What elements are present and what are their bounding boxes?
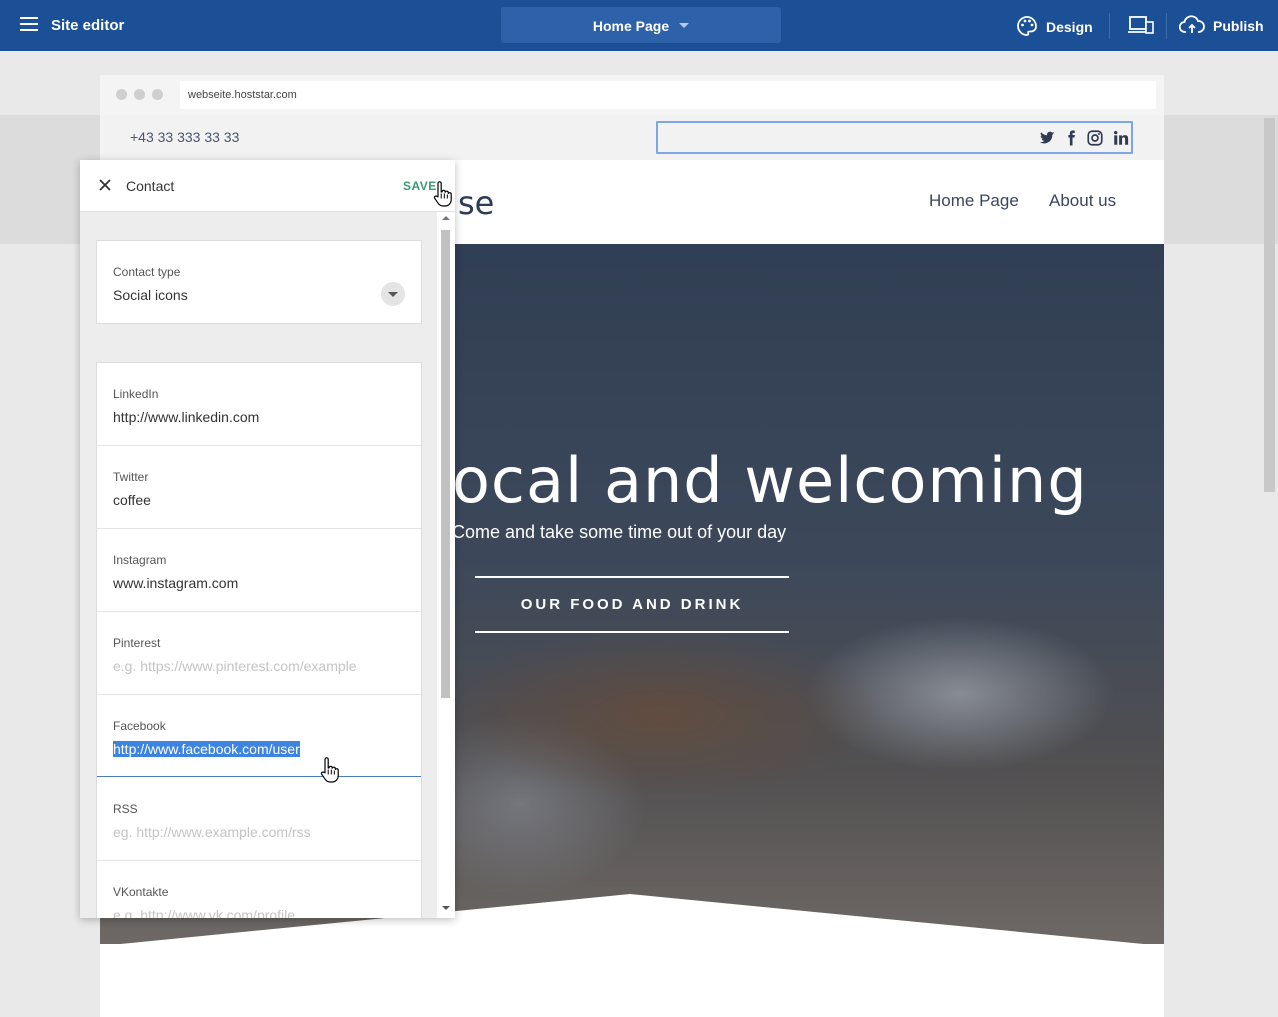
design-label: Design xyxy=(1046,19,1093,35)
site-phone-number[interactable]: +43 33 333 33 33 xyxy=(130,129,239,145)
hamburger-menu-icon[interactable] xyxy=(20,17,38,31)
window-dot xyxy=(152,89,163,100)
divider xyxy=(97,445,421,446)
facebook-input[interactable]: http://www.facebook.com/user xyxy=(113,741,300,757)
page-selector-label: Home Page xyxy=(592,18,670,34)
window-dot xyxy=(134,89,145,100)
social-links-card: LinkedIn http://www.linkedin.com Twitter… xyxy=(96,362,422,918)
linkedin-input[interactable]: http://www.linkedin.com xyxy=(113,409,259,425)
panel-scrollbar-thumb[interactable] xyxy=(441,230,450,698)
instagram-icon xyxy=(1087,130,1103,146)
hand-cursor-icon xyxy=(320,757,339,783)
design-button[interactable]: Design xyxy=(1016,15,1093,37)
scroll-down-arrow-icon[interactable] xyxy=(442,906,450,910)
linkedin-label: LinkedIn xyxy=(113,387,159,401)
pinterest-input[interactable]: e.g. https://www.pinterest.com/example xyxy=(113,658,357,674)
dropdown-arrow-icon[interactable] xyxy=(381,282,405,306)
close-icon[interactable] xyxy=(98,178,112,192)
contact-type-label: Contact type xyxy=(113,265,181,279)
linkedin-icon xyxy=(1114,130,1129,145)
canvas-scrollbar[interactable] xyxy=(1264,118,1275,492)
pinterest-label: Pinterest xyxy=(113,636,161,650)
panel-title: Contact xyxy=(126,178,175,194)
divider xyxy=(97,860,421,861)
facebook-icon xyxy=(1068,130,1075,146)
page-selector-dropdown[interactable]: Home Page xyxy=(501,7,781,43)
publish-button[interactable]: Publish xyxy=(1178,15,1264,37)
divider xyxy=(1109,13,1110,39)
vkontakte-label: VKontakte xyxy=(113,885,169,899)
nav-link-about[interactable]: About us xyxy=(1049,191,1116,211)
divider xyxy=(97,694,421,695)
contact-settings-panel: Contact SAVE Contact type Social icons L… xyxy=(80,160,455,918)
editor-topbar: Site editor Home Page Design Publish xyxy=(0,0,1278,51)
panel-header: Contact SAVE xyxy=(80,160,455,212)
divider xyxy=(97,528,421,529)
social-icons-block[interactable] xyxy=(656,121,1133,154)
instagram-input[interactable]: www.instagram.com xyxy=(113,575,238,591)
devices-icon xyxy=(1128,16,1154,34)
divider xyxy=(1166,13,1167,39)
twitter-label: Twitter xyxy=(113,470,149,484)
facebook-input-selected-text: http://www.facebook.com/user xyxy=(113,741,300,757)
window-dot xyxy=(116,89,127,100)
rss-label: RSS xyxy=(113,802,138,816)
publish-label: Publish xyxy=(1213,18,1264,34)
device-preview-button[interactable] xyxy=(1128,15,1154,37)
panel-body: Contact type Social icons LinkedIn http:… xyxy=(80,212,437,918)
twitter-icon xyxy=(1039,131,1055,144)
cloud-upload-icon xyxy=(1178,15,1205,33)
hero-subtitle: Come and take some time out of your day xyxy=(452,522,787,542)
rss-input[interactable]: eg. http://www.example.com/rss xyxy=(113,824,311,840)
site-logo[interactable]: se xyxy=(458,184,494,222)
contact-type-value: Social icons xyxy=(113,287,188,303)
palette-icon xyxy=(1017,16,1037,36)
instagram-label: Instagram xyxy=(113,553,167,567)
site-top-strip: +43 33 333 33 33 xyxy=(100,115,1164,160)
browser-address-bar: webseite.hoststar.com xyxy=(100,75,1164,115)
contact-type-select[interactable]: Contact type Social icons xyxy=(96,240,422,324)
nav-link-home[interactable]: Home Page xyxy=(929,191,1019,211)
facebook-input-focus-line xyxy=(97,776,421,777)
caret-down-icon xyxy=(679,23,690,28)
scroll-up-arrow-icon[interactable] xyxy=(442,216,450,220)
facebook-label: Facebook xyxy=(113,719,166,733)
twitter-input[interactable]: coffee xyxy=(113,492,151,508)
hero-title: ocal and welcoming xyxy=(452,444,1088,517)
url-field: webseite.hoststar.com xyxy=(180,81,1156,109)
divider xyxy=(97,611,421,612)
app-title: Site editor xyxy=(51,17,125,34)
hand-cursor-icon xyxy=(433,181,452,207)
vkontakte-input[interactable]: e.g. http://www.vk.com/profile xyxy=(113,907,295,918)
hero-cta-button[interactable]: OUR FOOD AND DRINK xyxy=(475,576,789,633)
